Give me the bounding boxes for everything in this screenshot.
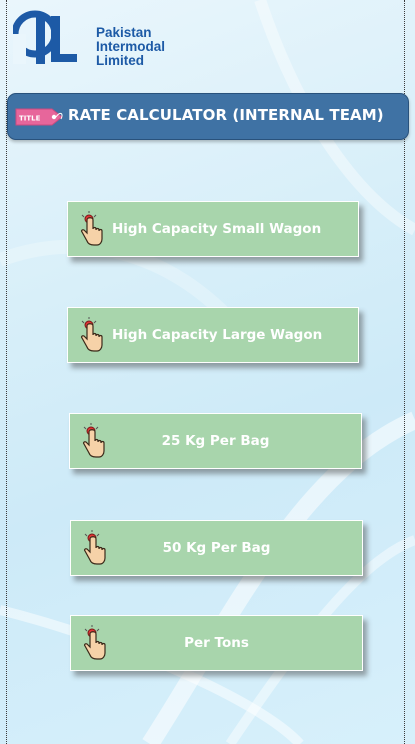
per-tons-button[interactable]: Per Tons — [70, 615, 363, 671]
tap-hand-icon — [81, 211, 103, 246]
company-logo: Pakistan Intermodal Limited — [11, 8, 165, 68]
button-label: High Capacity Large Wagon — [112, 327, 323, 343]
button-label: Per Tons — [184, 635, 249, 651]
logo-line-1: Pakistan — [96, 25, 152, 40]
logo-line-2: Intermodal — [96, 39, 166, 54]
button-label: 25 Kg Per Bag — [161, 433, 270, 449]
high-capacity-small-wagon-button[interactable]: High Capacity Small Wagon — [67, 201, 359, 257]
tap-hand-icon — [81, 317, 103, 352]
company-name: Pakistan Intermodal Limited — [96, 26, 165, 68]
logo-line-3: Limited — [96, 53, 145, 68]
page-title: RATE CALCULATOR (INTERNAL TEAM) — [68, 106, 384, 124]
title-tag-text: TITLE — [19, 115, 41, 123]
title-tag-icon: TITLE — [15, 108, 63, 126]
button-label: 50 Kg Per Bag — [162, 540, 271, 556]
page-title-bar: TITLE RATE CALCULATOR (INTERNAL TEAM) — [7, 93, 409, 140]
50-kg-per-bag-button[interactable]: 50 Kg Per Bag — [70, 520, 363, 576]
25-kg-per-bag-button[interactable]: 25 Kg Per Bag — [69, 413, 362, 469]
high-capacity-large-wagon-button[interactable]: High Capacity Large Wagon — [67, 307, 359, 363]
pil-logo-icon — [11, 10, 77, 64]
button-label: High Capacity Small Wagon — [112, 221, 322, 237]
